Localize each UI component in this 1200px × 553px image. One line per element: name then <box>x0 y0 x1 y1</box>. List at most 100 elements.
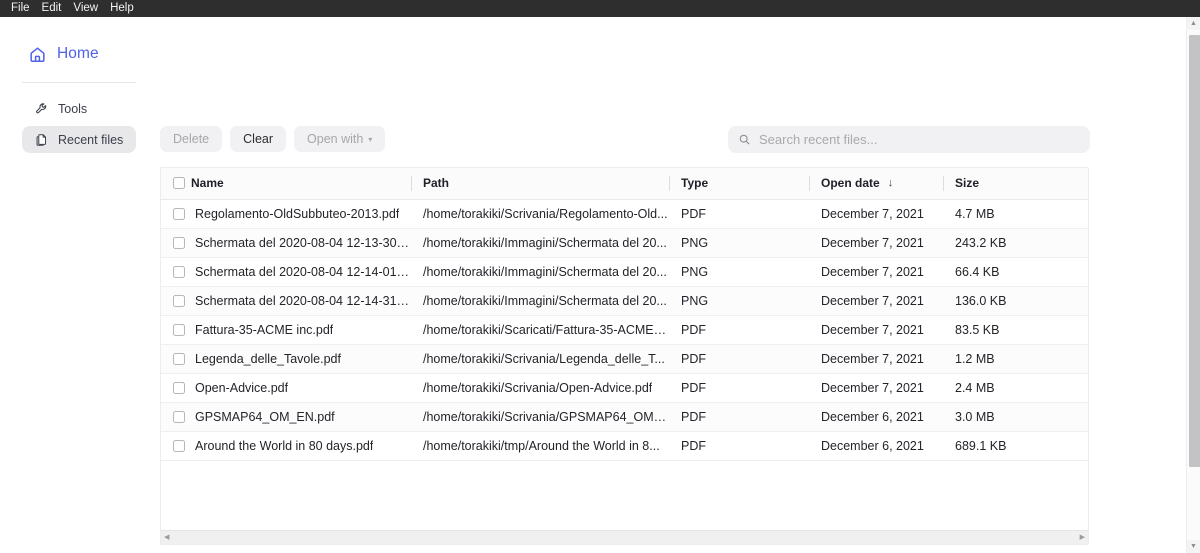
row-checkbox[interactable] <box>173 323 185 336</box>
cell-text: 83.5 KB <box>955 322 1000 337</box>
cell-open_date: December 7, 2021 <box>809 257 943 287</box>
cell-open_date: December 6, 2021 <box>809 402 943 432</box>
cell-open_date: December 6, 2021 <box>809 431 943 461</box>
column-header-open-date[interactable]: Open date ↓ <box>809 168 943 200</box>
scroll-left-arrow-icon[interactable]: ◀ <box>161 534 172 541</box>
cell-text: /home/torakiki/Scrivania/GPSMAP64_OM_... <box>423 409 669 424</box>
cell-text: Open-Advice.pdf <box>195 380 289 395</box>
sidebar-item-recent-files[interactable]: Recent files <box>22 126 136 153</box>
cell-name: Fattura-35-ACME inc.pdf <box>161 315 411 345</box>
cell-text: 1.2 MB <box>955 351 995 366</box>
menu-item-view[interactable]: View <box>68 0 103 17</box>
cell-name: Schermata del 2020-08-04 12-13-30.png <box>161 228 411 258</box>
cell-text: Schermata del 2020-08-04 12-14-31.png <box>195 293 411 308</box>
cell-type: PDF <box>669 373 809 403</box>
sidebar-item-tools[interactable]: Tools <box>22 95 136 122</box>
cell-open_date: December 7, 2021 <box>809 315 943 345</box>
home-icon <box>28 45 47 64</box>
column-header-type[interactable]: Type <box>669 168 809 200</box>
select-all-checkbox[interactable] <box>173 177 185 190</box>
search-box[interactable] <box>728 126 1090 153</box>
vertical-scrollbar-thumb[interactable] <box>1189 35 1200 467</box>
cell-path: /home/torakiki/Scaricati/Fattura-35-ACME… <box>411 315 669 345</box>
table-row[interactable]: Schermata del 2020-08-04 12-14-01.png/ho… <box>161 257 1088 287</box>
column-header-name[interactable]: Name <box>161 168 411 200</box>
cell-size: 2.4 MB <box>943 373 1088 403</box>
table-row[interactable]: Fattura-35-ACME inc.pdf/home/torakiki/Sc… <box>161 315 1088 345</box>
cell-size: 689.1 KB <box>943 431 1088 461</box>
cell-text: 243.2 KB <box>955 235 1007 250</box>
column-header-label: Name <box>191 176 224 191</box>
cell-text: PDF <box>681 409 706 424</box>
menu-item-edit[interactable]: Edit <box>37 0 67 17</box>
cell-name: Legenda_delle_Tavole.pdf <box>161 344 411 374</box>
cell-text: /home/torakiki/Immagini/Schermata del 20… <box>423 235 667 250</box>
cell-text: PDF <box>681 206 706 221</box>
table-row[interactable]: Schermata del 2020-08-04 12-13-30.png/ho… <box>161 228 1088 258</box>
column-header-size[interactable]: Size <box>943 168 1088 200</box>
table-row[interactable]: Around the World in 80 days.pdf/home/tor… <box>161 431 1088 461</box>
cell-text: 3.0 MB <box>955 409 995 424</box>
search-input[interactable] <box>759 128 1079 151</box>
table-row[interactable]: Regolamento-OldSubbuteo-2013.pdf/home/to… <box>161 199 1088 229</box>
cell-text: December 7, 2021 <box>821 380 924 395</box>
row-checkbox[interactable] <box>173 381 185 394</box>
table-header: Name Path Type Open date ↓ Size <box>161 168 1088 200</box>
clear-button[interactable]: Clear <box>230 126 287 152</box>
table-body: Regolamento-OldSubbuteo-2013.pdf/home/to… <box>161 199 1088 461</box>
sidebar-item-home[interactable]: Home <box>0 39 158 69</box>
row-checkbox[interactable] <box>173 207 185 220</box>
sidebar-home-label: Home <box>57 45 99 62</box>
scroll-down-arrow-icon[interactable]: ▼ <box>1187 540 1200 553</box>
sidebar: Home Tools Recent files <box>0 17 158 553</box>
window-vertical-scrollbar[interactable]: ▲ ▼ <box>1186 17 1200 553</box>
sort-desc-icon: ↓ <box>887 177 894 190</box>
cell-text: December 7, 2021 <box>821 206 924 221</box>
cell-type: PNG <box>669 257 809 287</box>
cell-text: /home/torakiki/tmp/Around the World in 8… <box>423 438 660 453</box>
row-checkbox[interactable] <box>173 352 185 365</box>
table-row[interactable]: GPSMAP64_OM_EN.pdf/home/torakiki/Scrivan… <box>161 402 1088 432</box>
cell-text: PNG <box>681 293 709 308</box>
cell-name: GPSMAP64_OM_EN.pdf <box>161 402 411 432</box>
cell-path: /home/torakiki/Immagini/Schermata del 20… <box>411 228 669 258</box>
scroll-right-arrow-icon[interactable]: ▶ <box>1077 534 1088 541</box>
row-checkbox[interactable] <box>173 236 185 249</box>
cell-text: PDF <box>681 351 706 366</box>
horizontal-scrollbar[interactable]: ◀ ▶ <box>161 530 1088 544</box>
wrench-icon <box>35 102 49 116</box>
cell-text: /home/torakiki/Scrivania/Open-Advice.pdf <box>423 380 653 395</box>
cell-type: PNG <box>669 286 809 316</box>
cell-open_date: December 7, 2021 <box>809 344 943 374</box>
delete-button[interactable]: Delete <box>160 126 223 152</box>
column-header-label: Type <box>681 176 709 191</box>
column-header-path[interactable]: Path <box>411 168 669 200</box>
table-row[interactable]: Legenda_delle_Tavole.pdf/home/torakiki/S… <box>161 344 1088 374</box>
cell-text: /home/torakiki/Immagini/Schermata del 20… <box>423 293 667 308</box>
column-header-label: Path <box>423 176 450 191</box>
cell-path: /home/torakiki/tmp/Around the World in 8… <box>411 431 669 461</box>
cell-type: PDF <box>669 431 809 461</box>
open-with-label: Open with <box>307 132 364 146</box>
documents-icon <box>35 133 49 147</box>
table-row[interactable]: Open-Advice.pdf/home/torakiki/Scrivania/… <box>161 373 1088 403</box>
open-with-button[interactable]: Open with ▾ <box>294 126 386 152</box>
column-header-label: Size <box>955 176 980 191</box>
scroll-up-arrow-icon[interactable]: ▲ <box>1187 17 1200 30</box>
table-row[interactable]: Schermata del 2020-08-04 12-14-31.png/ho… <box>161 286 1088 316</box>
row-checkbox[interactable] <box>173 294 185 307</box>
cell-path: /home/torakiki/Scrivania/Regolamento-Old… <box>411 199 669 229</box>
cell-type: PDF <box>669 199 809 229</box>
row-checkbox[interactable] <box>173 410 185 423</box>
horizontal-scrollbar-track[interactable] <box>172 531 1076 545</box>
cell-text: December 7, 2021 <box>821 264 924 279</box>
cell-text: December 7, 2021 <box>821 235 924 250</box>
row-checkbox[interactable] <box>173 439 185 452</box>
cell-text: PDF <box>681 322 706 337</box>
cell-text: PNG <box>681 264 709 279</box>
row-checkbox[interactable] <box>173 265 185 278</box>
cell-text: Schermata del 2020-08-04 12-14-01.png <box>195 264 411 279</box>
column-header-label: Open date <box>821 176 880 191</box>
menu-item-help[interactable]: Help <box>105 0 139 17</box>
menu-item-file[interactable]: File <box>6 0 35 17</box>
